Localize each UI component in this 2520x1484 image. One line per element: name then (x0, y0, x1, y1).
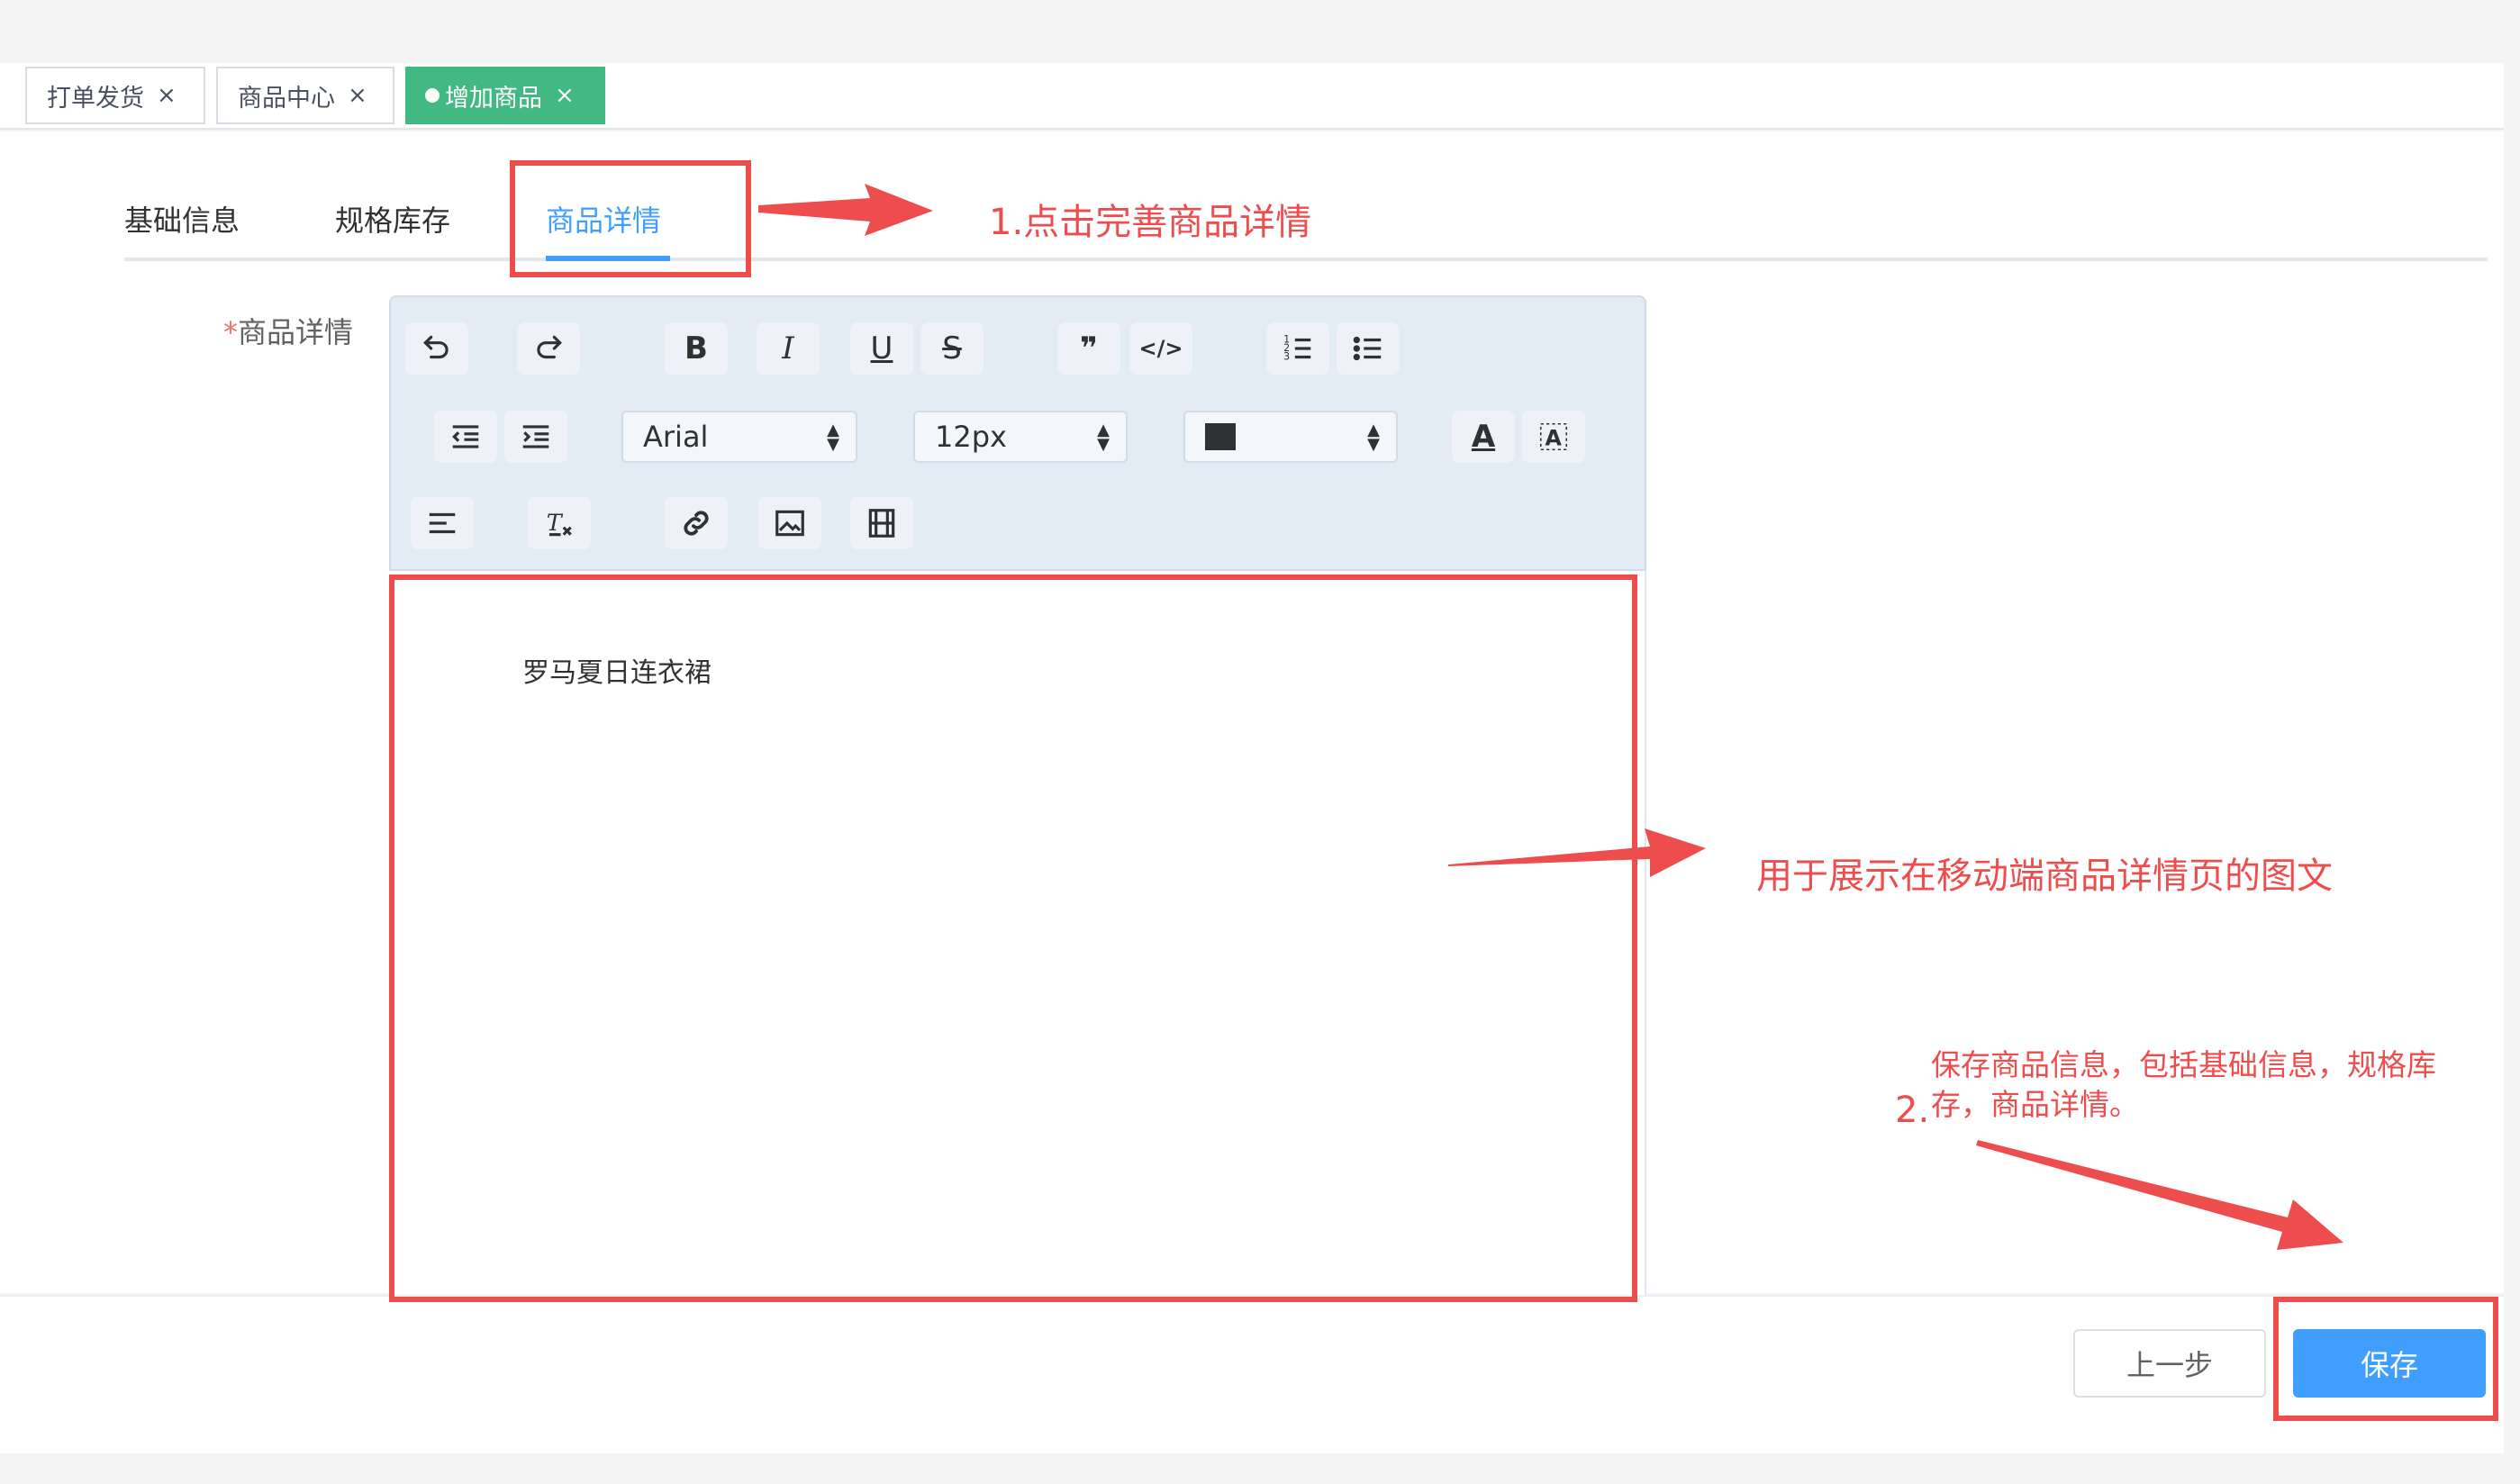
arrow-icon (758, 184, 933, 236)
annotation-editor-note: 用于展示在移动端商品详情页的图文 (1756, 855, 2333, 897)
annotation-step2-number: 2. (1895, 1090, 1930, 1131)
annotation-step2-line1: 保存商品信息，包括基础信息，规格库 (1931, 1047, 2436, 1082)
annotation-step2-line2: 存，商品详情。 (1931, 1087, 2139, 1122)
arrow-icon (1448, 828, 1706, 877)
arrow-icon (1976, 1140, 2343, 1250)
annotation-step1: 1.点击完善商品详情 (989, 202, 1312, 243)
